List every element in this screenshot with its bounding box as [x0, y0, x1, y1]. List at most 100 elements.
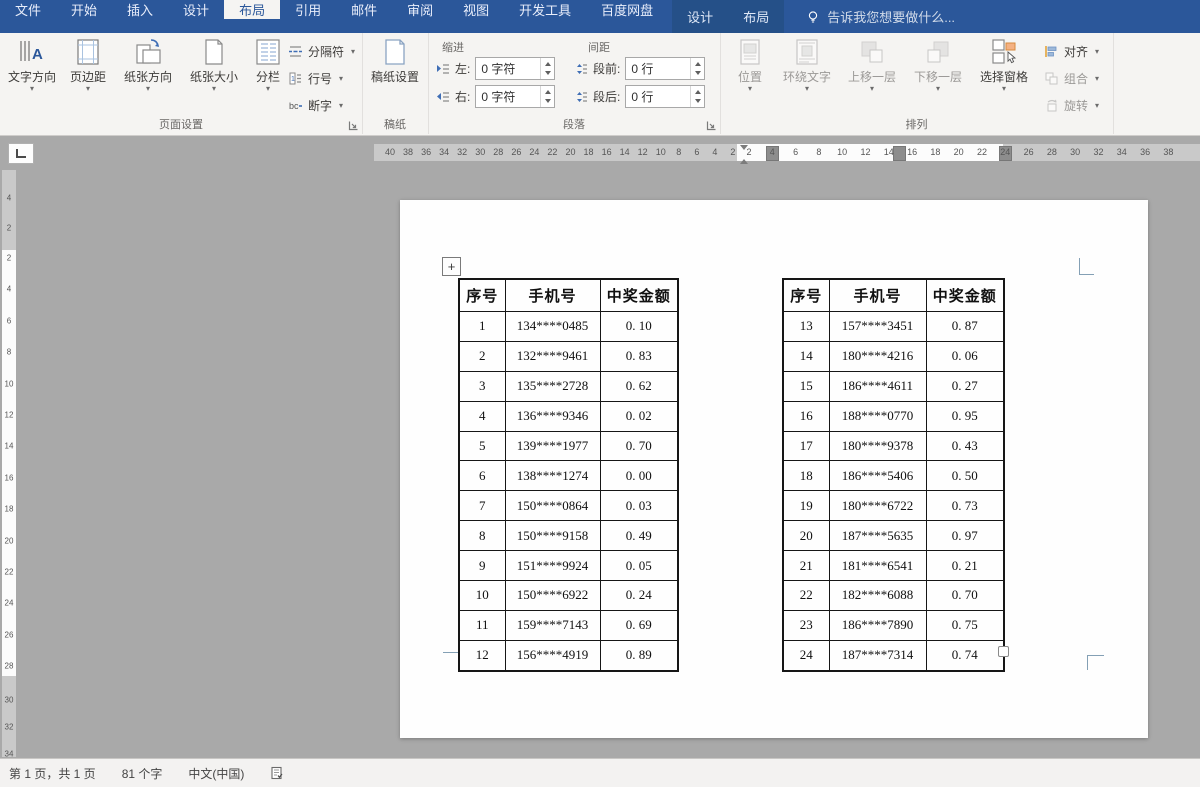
table-cell[interactable]: 17: [782, 430, 830, 462]
orientation-button[interactable]: 纸张方向 ▾: [116, 37, 180, 93]
tab-视图[interactable]: 视图: [448, 0, 504, 19]
table-cell[interactable]: 0. 27: [925, 370, 1005, 402]
table-cell[interactable]: 4: [458, 400, 506, 432]
table-cell[interactable]: 134****0485: [504, 311, 601, 342]
table-cell[interactable]: 180****9378: [828, 430, 927, 462]
table-cell[interactable]: 150****9158: [504, 520, 601, 552]
breaks-button[interactable]: 分隔符 ▾: [288, 43, 355, 60]
document-page[interactable]: + 序号 手机号 中奖金额 1 134****0485 0. 10 2 132****9461…: [400, 200, 1148, 738]
table-cell[interactable]: 0. 24: [599, 580, 679, 611]
table-cell[interactable]: 9: [458, 550, 506, 582]
table-cell[interactable]: 15: [782, 370, 830, 402]
table-cell[interactable]: 0. 06: [925, 340, 1005, 372]
table-cell[interactable]: 182****6088: [828, 580, 927, 611]
table-cell[interactable]: 14: [782, 340, 830, 372]
tab-审阅[interactable]: 审阅: [392, 0, 448, 19]
page-setup-dialog-launcher-icon[interactable]: [348, 120, 359, 131]
table-cell[interactable]: 0. 70: [925, 580, 1005, 611]
table-cell[interactable]: 7: [458, 490, 506, 522]
table-cell[interactable]: 187****5635: [828, 520, 927, 552]
table-cell[interactable]: 1: [458, 311, 506, 342]
send-backward-button[interactable]: 下移一层 ▾: [906, 37, 970, 93]
position-button[interactable]: 位置 ▾: [726, 37, 774, 93]
table-cell[interactable]: 0. 87: [925, 311, 1005, 342]
table-cell[interactable]: 12: [458, 639, 506, 672]
table-resize-handle[interactable]: [998, 646, 1009, 657]
table-cell[interactable]: 22: [782, 580, 830, 611]
table-cell[interactable]: 186****7890: [828, 609, 927, 641]
table-cell[interactable]: 187****7314: [828, 639, 927, 672]
tab-布局[interactable]: 布局: [224, 0, 281, 19]
table-cell[interactable]: 19: [782, 490, 830, 522]
hyphenation-button[interactable]: bc 断字 ▾: [288, 97, 343, 114]
table-cell[interactable]: 0. 75: [925, 609, 1005, 641]
table-move-handle[interactable]: +: [442, 257, 461, 276]
text-direction-button[interactable]: A 文字方向 ▾: [4, 37, 60, 93]
spacing-after-input[interactable]: 0 行: [625, 85, 706, 108]
table-cell[interactable]: 156****4919: [504, 639, 601, 672]
wrap-text-button[interactable]: 环绕文字 ▾: [776, 37, 838, 93]
tell-me-search[interactable]: 告诉我您想要做什么...: [806, 0, 955, 33]
table-cell[interactable]: 186****5406: [828, 460, 927, 492]
word-count[interactable]: 81 个字: [122, 765, 163, 782]
table-cell[interactable]: 5: [458, 430, 506, 462]
tab-邮件[interactable]: 邮件: [336, 0, 392, 19]
paragraph-dialog-launcher-icon[interactable]: [706, 120, 717, 131]
table-cell[interactable]: 0. 10: [599, 311, 679, 342]
language-indicator[interactable]: 中文(中国): [188, 765, 244, 782]
table-cell[interactable]: 0. 49: [599, 520, 679, 552]
line-numbers-button[interactable]: 1 行号 ▾: [288, 70, 343, 87]
tab-插入[interactable]: 插入: [112, 0, 168, 19]
page-indicator[interactable]: 第 1 页，共 1 页: [9, 765, 96, 782]
contextual-tab-布局[interactable]: 布局: [728, 0, 784, 33]
tab-开始[interactable]: 开始: [56, 0, 112, 19]
table-cell[interactable]: 0. 21: [925, 550, 1005, 582]
table-cell[interactable]: 180****4216: [828, 340, 927, 372]
grid-paper-setup-button[interactable]: 稿纸设置: [367, 37, 423, 84]
table-cell[interactable]: 0. 70: [599, 430, 679, 462]
table-cell[interactable]: 23: [782, 609, 830, 641]
selection-pane-button[interactable]: 选择窗格 ▾: [972, 37, 1036, 93]
table-column-marker[interactable]: [893, 146, 906, 161]
horizontal-ruler[interactable]: 40 38 36 34 32 30 28 26 24 22 20 18 16 14 12 10 8 6 4 2 2 4 6 8…: [0, 143, 1200, 164]
spacing-before-input[interactable]: 0 行: [625, 57, 706, 80]
bring-forward-button[interactable]: 上移一层 ▾: [840, 37, 904, 93]
table-cell[interactable]: 0. 02: [599, 400, 679, 432]
spinner-arrows[interactable]: [540, 86, 554, 107]
table-cell[interactable]: 10: [458, 580, 506, 611]
table-cell[interactable]: 0. 50: [925, 460, 1005, 492]
indent-left-input[interactable]: 0 字符: [475, 57, 556, 80]
spinner-arrows[interactable]: [690, 86, 704, 107]
table-cell[interactable]: 0. 00: [599, 460, 679, 492]
spinner-arrows[interactable]: [690, 58, 704, 79]
table-cell[interactable]: 2: [458, 340, 506, 372]
table-cell[interactable]: 150****0864: [504, 490, 601, 522]
table-cell[interactable]: 136****9346: [504, 400, 601, 432]
columns-button[interactable]: 分栏 ▾: [248, 37, 288, 93]
table-cell[interactable]: 24: [782, 639, 830, 672]
table-cell[interactable]: 138****1274: [504, 460, 601, 492]
table-cell[interactable]: 186****4611: [828, 370, 927, 402]
paper-size-button[interactable]: 纸张大小 ▾: [182, 37, 246, 93]
tab-百度网盘[interactable]: 百度网盘: [586, 0, 668, 19]
align-button[interactable]: 对齐 ▾: [1044, 43, 1099, 60]
table-cell[interactable]: 3: [458, 370, 506, 402]
table-cell[interactable]: 0. 95: [925, 400, 1005, 432]
table-cell[interactable]: 0. 74: [925, 639, 1005, 672]
table-cell[interactable]: 157****3451: [828, 311, 927, 342]
table-cell[interactable]: 181****6541: [828, 550, 927, 582]
group-objects-button[interactable]: 组合 ▾: [1044, 70, 1099, 87]
table-cell[interactable]: 18: [782, 460, 830, 492]
table-cell[interactable]: 150****6922: [504, 580, 601, 611]
table-cell[interactable]: 135****2728: [504, 370, 601, 402]
table-cell[interactable]: 11: [458, 609, 506, 641]
table-cell[interactable]: 159****7143: [504, 609, 601, 641]
table-cell[interactable]: 21: [782, 550, 830, 582]
table-cell[interactable]: 0. 62: [599, 370, 679, 402]
table-cell[interactable]: 0. 43: [925, 430, 1005, 462]
tab-文件[interactable]: 文件: [0, 0, 56, 19]
contextual-tab-设计[interactable]: 设计: [672, 0, 728, 33]
table-cell[interactable]: 8: [458, 520, 506, 552]
table-cell[interactable]: 139****1977: [504, 430, 601, 462]
table-cell[interactable]: 132****9461: [504, 340, 601, 372]
